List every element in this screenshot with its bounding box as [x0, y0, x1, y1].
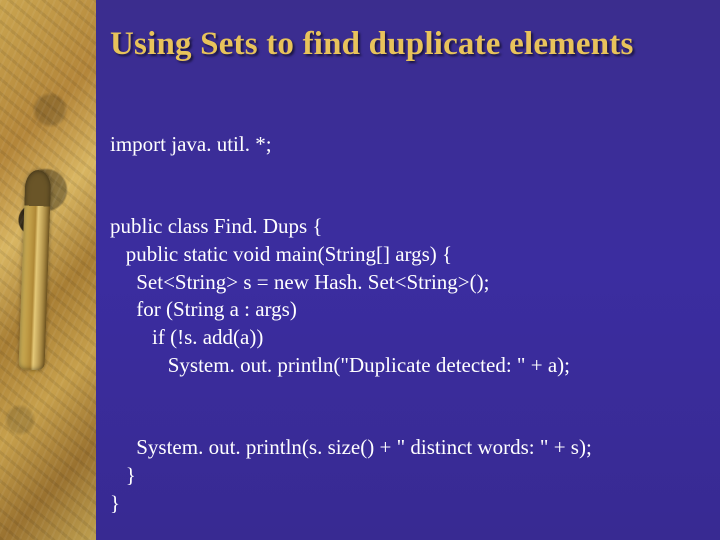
blank-line	[110, 158, 702, 185]
code-line: import java. util. *;	[110, 132, 272, 156]
code-block: import java. util. *; public class Find.…	[110, 103, 702, 540]
slide-title: Using Sets to find duplicate elements	[110, 26, 702, 63]
code-line: public static void main(String[] args) {	[110, 242, 452, 266]
code-line: System. out. println(s. size() + " disti…	[110, 435, 592, 459]
decorative-sidebar	[0, 0, 96, 540]
code-line: }	[110, 463, 136, 487]
slide-content: Using Sets to find duplicate elements im…	[96, 0, 720, 540]
code-line: for (String a : args)	[110, 297, 297, 321]
code-line: if (!s. add(a))	[110, 325, 263, 349]
code-line: Set<String> s = new Hash. Set<String>();	[110, 270, 489, 294]
blank-line	[110, 379, 702, 406]
code-line: }	[110, 491, 120, 515]
code-line: System. out. println("Duplicate detected…	[110, 353, 570, 377]
code-line: public class Find. Dups {	[110, 214, 323, 238]
